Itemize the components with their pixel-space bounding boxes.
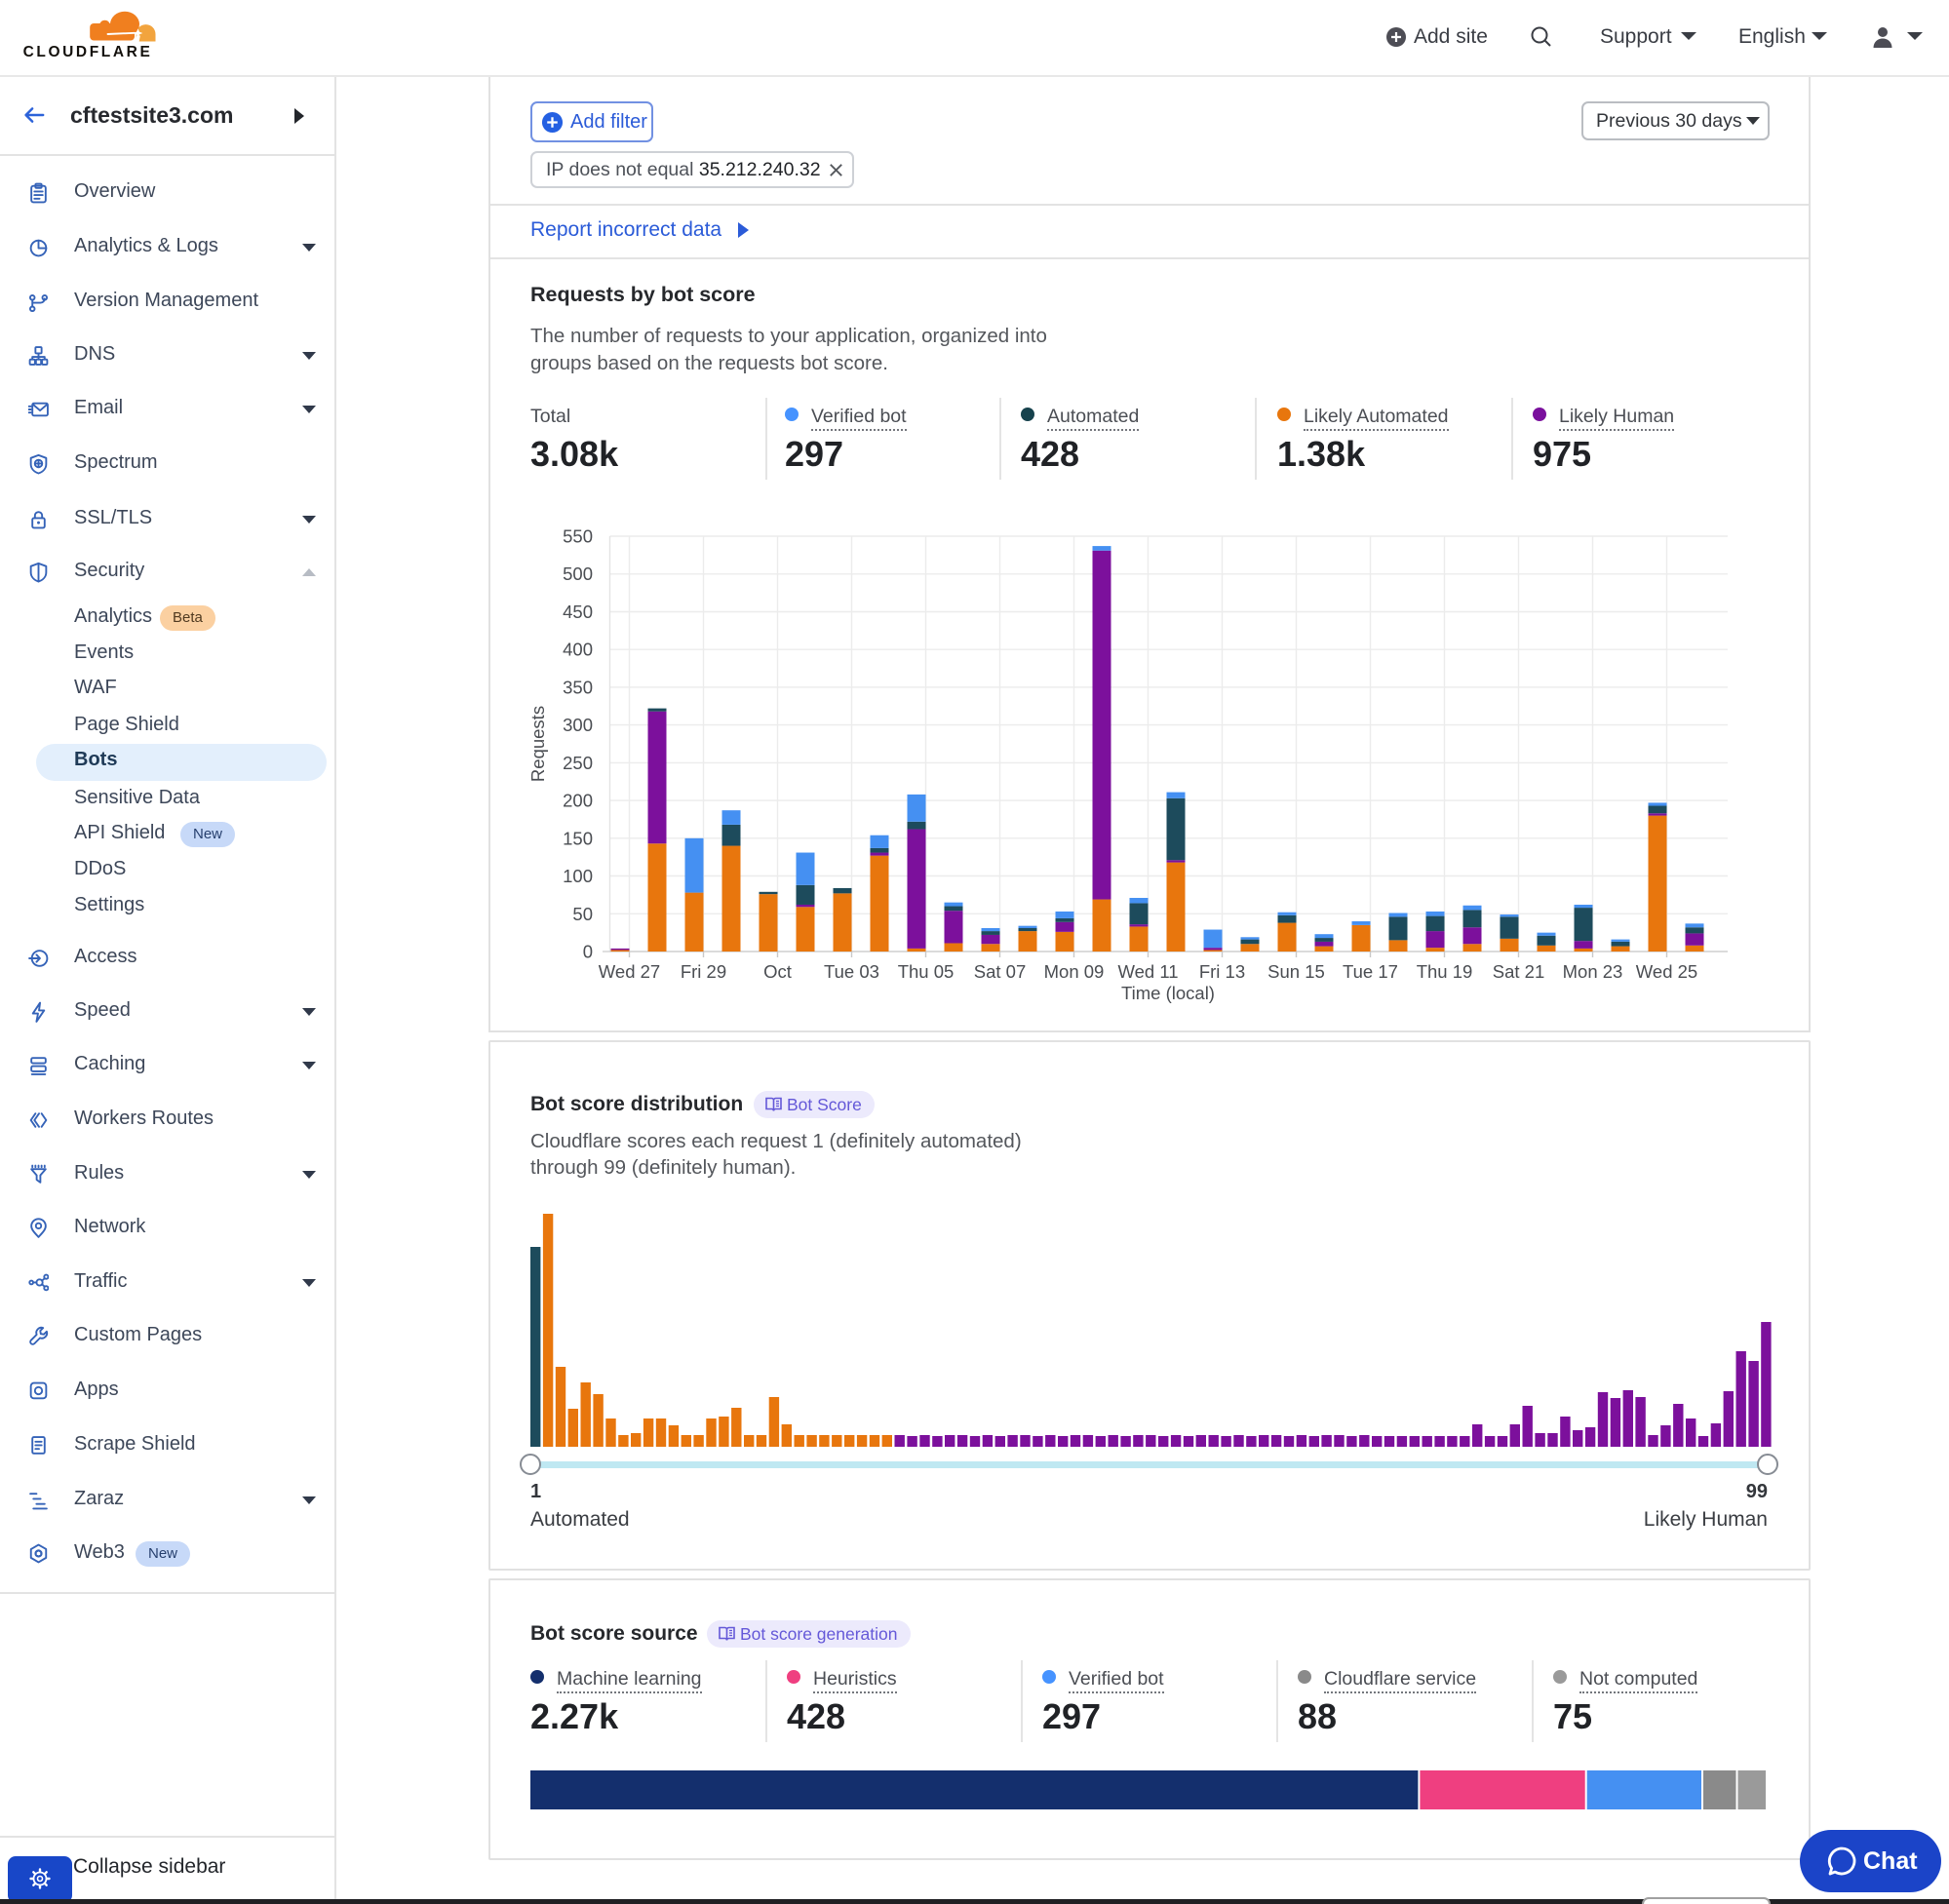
- svg-text:Thu 19: Thu 19: [1417, 961, 1473, 982]
- svg-text:150: 150: [563, 828, 593, 848]
- svg-text:0: 0: [583, 942, 593, 962]
- svg-text:300: 300: [563, 715, 593, 735]
- svg-text:200: 200: [563, 791, 593, 811]
- svg-text:Wed 27: Wed 27: [599, 961, 660, 982]
- svg-text:Sat 21: Sat 21: [1493, 961, 1545, 982]
- svg-text:Sun 15: Sun 15: [1267, 961, 1325, 982]
- svg-text:350: 350: [563, 677, 593, 697]
- svg-text:400: 400: [563, 640, 593, 660]
- svg-text:500: 500: [563, 563, 593, 584]
- svg-text:Tue 17: Tue 17: [1343, 961, 1398, 982]
- svg-text:Sat 07: Sat 07: [974, 961, 1027, 982]
- svg-text:50: 50: [572, 904, 593, 924]
- svg-text:100: 100: [563, 866, 593, 886]
- svg-text:Mon 23: Mon 23: [1563, 961, 1623, 982]
- svg-text:Wed 25: Wed 25: [1636, 961, 1697, 982]
- svg-text:Fri 13: Fri 13: [1199, 961, 1245, 982]
- svg-text:Thu 05: Thu 05: [898, 961, 955, 982]
- svg-text:Mon 09: Mon 09: [1044, 961, 1105, 982]
- svg-text:Oct: Oct: [763, 961, 792, 982]
- svg-text:250: 250: [563, 753, 593, 773]
- svg-text:Fri 29: Fri 29: [681, 961, 726, 982]
- svg-text:450: 450: [563, 602, 593, 622]
- svg-text:Tue 03: Tue 03: [824, 961, 879, 982]
- svg-text:Time (local): Time (local): [1121, 983, 1215, 1003]
- svg-text:Requests: Requests: [527, 706, 548, 782]
- svg-text:Wed 11: Wed 11: [1117, 961, 1178, 982]
- svg-text:550: 550: [563, 526, 593, 547]
